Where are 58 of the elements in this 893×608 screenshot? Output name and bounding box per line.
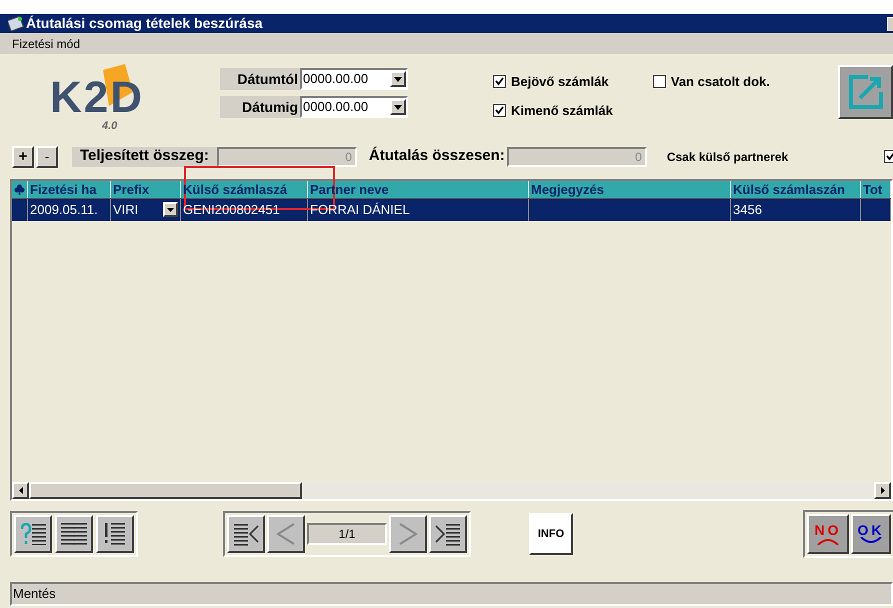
- dropdown-icon[interactable]: [390, 99, 406, 115]
- alert-list-icon: [105, 523, 125, 545]
- filter-label: Van csatolt dok.: [670, 73, 770, 91]
- table-cell-text: VIRI: [112, 201, 138, 220]
- scroll-right-button[interactable]: [874, 482, 891, 499]
- date-field[interactable]: 0000.00.00: [300, 68, 408, 90]
- paid-field: 0: [216, 146, 357, 166]
- add-button[interactable]: +: [12, 146, 34, 168]
- previous-button[interactable]: [267, 515, 305, 553]
- dropdown-icon[interactable]: [390, 71, 406, 87]
- scrollbar-thumb[interactable]: [29, 482, 302, 499]
- total-label: Átutalás összesen:: [368, 146, 505, 166]
- app-icon: [8, 16, 24, 31]
- scroll-left-button[interactable]: [12, 482, 29, 499]
- help-list-button[interactable]: [14, 515, 52, 553]
- checkbox[interactable]: [652, 75, 666, 88]
- info-button[interactable]: INFO: [529, 513, 573, 555]
- table-cell-text: 3456: [732, 201, 762, 220]
- menu-item[interactable]: Fizetési mód: [12, 34, 80, 52]
- right-arrow-icon: [880, 487, 884, 494]
- table-cell-text: 2009.05.11.: [29, 201, 98, 220]
- header-icon: [12, 181, 28, 198]
- ok-button[interactable]: OK: [851, 514, 891, 554]
- status-text: Mentés: [13, 585, 56, 604]
- left-arrow-icon: [18, 487, 22, 494]
- paid-label: Teljesített összeg:: [72, 146, 217, 166]
- remove-button[interactable]: -: [36, 146, 58, 168]
- total-field: 0: [506, 146, 647, 166]
- table-cell-text: FORRAI DÁNIEL: [309, 201, 410, 220]
- dropdown-icon[interactable]: [163, 202, 178, 217]
- frown-icon: [816, 537, 840, 545]
- alert-list-button[interactable]: [96, 515, 134, 553]
- column-header[interactable]: Fizetési ha: [28, 181, 111, 198]
- date-field[interactable]: 0000.00.00: [300, 96, 408, 118]
- column-header[interactable]: Tot: [861, 181, 891, 198]
- external-label: Csak külső partnerek: [666, 148, 788, 166]
- smile-icon: [859, 537, 883, 545]
- date-label: Dátumig: [220, 96, 300, 118]
- window-title: Átutalási csomag tételek beszúrása: [26, 14, 263, 33]
- first-page-button[interactable]: [227, 515, 265, 553]
- columns-icon: [61, 523, 87, 545]
- close-button[interactable]: [887, 16, 893, 30]
- page-indicator: 1/1: [307, 523, 387, 545]
- next-button[interactable]: [389, 515, 427, 553]
- logo: K2D 4.0: [50, 62, 170, 132]
- columns-button[interactable]: [55, 515, 93, 553]
- filter-label: Kimenő számlák: [511, 102, 613, 120]
- export-button[interactable]: [838, 65, 893, 119]
- column-header[interactable]: Megjegyzés: [529, 181, 731, 198]
- date-label: Dátumtól: [220, 68, 300, 90]
- column-header[interactable]: Külső számlaszán: [731, 181, 861, 198]
- checkbox[interactable]: [493, 104, 506, 117]
- last-page-button[interactable]: [429, 515, 467, 553]
- filter-label: Bejövő számlák: [511, 73, 609, 91]
- column-header[interactable]: Prefix: [111, 181, 181, 198]
- checkbox[interactable]: [493, 75, 506, 88]
- help-list-icon: [20, 523, 46, 545]
- export-icon: [848, 74, 884, 110]
